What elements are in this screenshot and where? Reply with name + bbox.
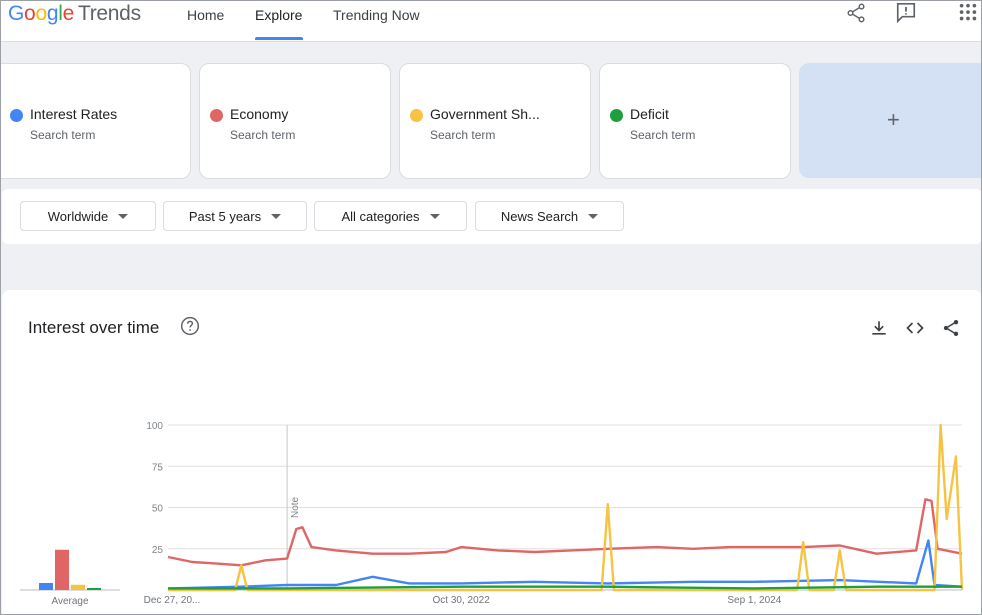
x-tick-label: Sep 1, 2024 <box>727 595 781 606</box>
average-bar-3 <box>87 588 101 590</box>
average-label: Average <box>51 596 89 607</box>
interest-over-time-chart: 25 50 75 100 Note Dec 27, 20... Oct 30, 2022 Se… <box>20 421 964 607</box>
y-tick-label: 25 <box>152 545 164 556</box>
x-tick-label: Oct 30, 2022 <box>433 595 491 606</box>
average-bar-2 <box>71 584 85 590</box>
y-tick-label: 75 <box>152 462 164 473</box>
x-tick-label: Dec 27, 20... <box>144 595 201 606</box>
y-tick-label: 50 <box>152 504 164 515</box>
average-bar-1 <box>55 549 69 590</box>
y-tick-label: 100 <box>146 421 163 432</box>
average-bar-0 <box>39 583 53 590</box>
note-label: Note <box>290 496 301 518</box>
